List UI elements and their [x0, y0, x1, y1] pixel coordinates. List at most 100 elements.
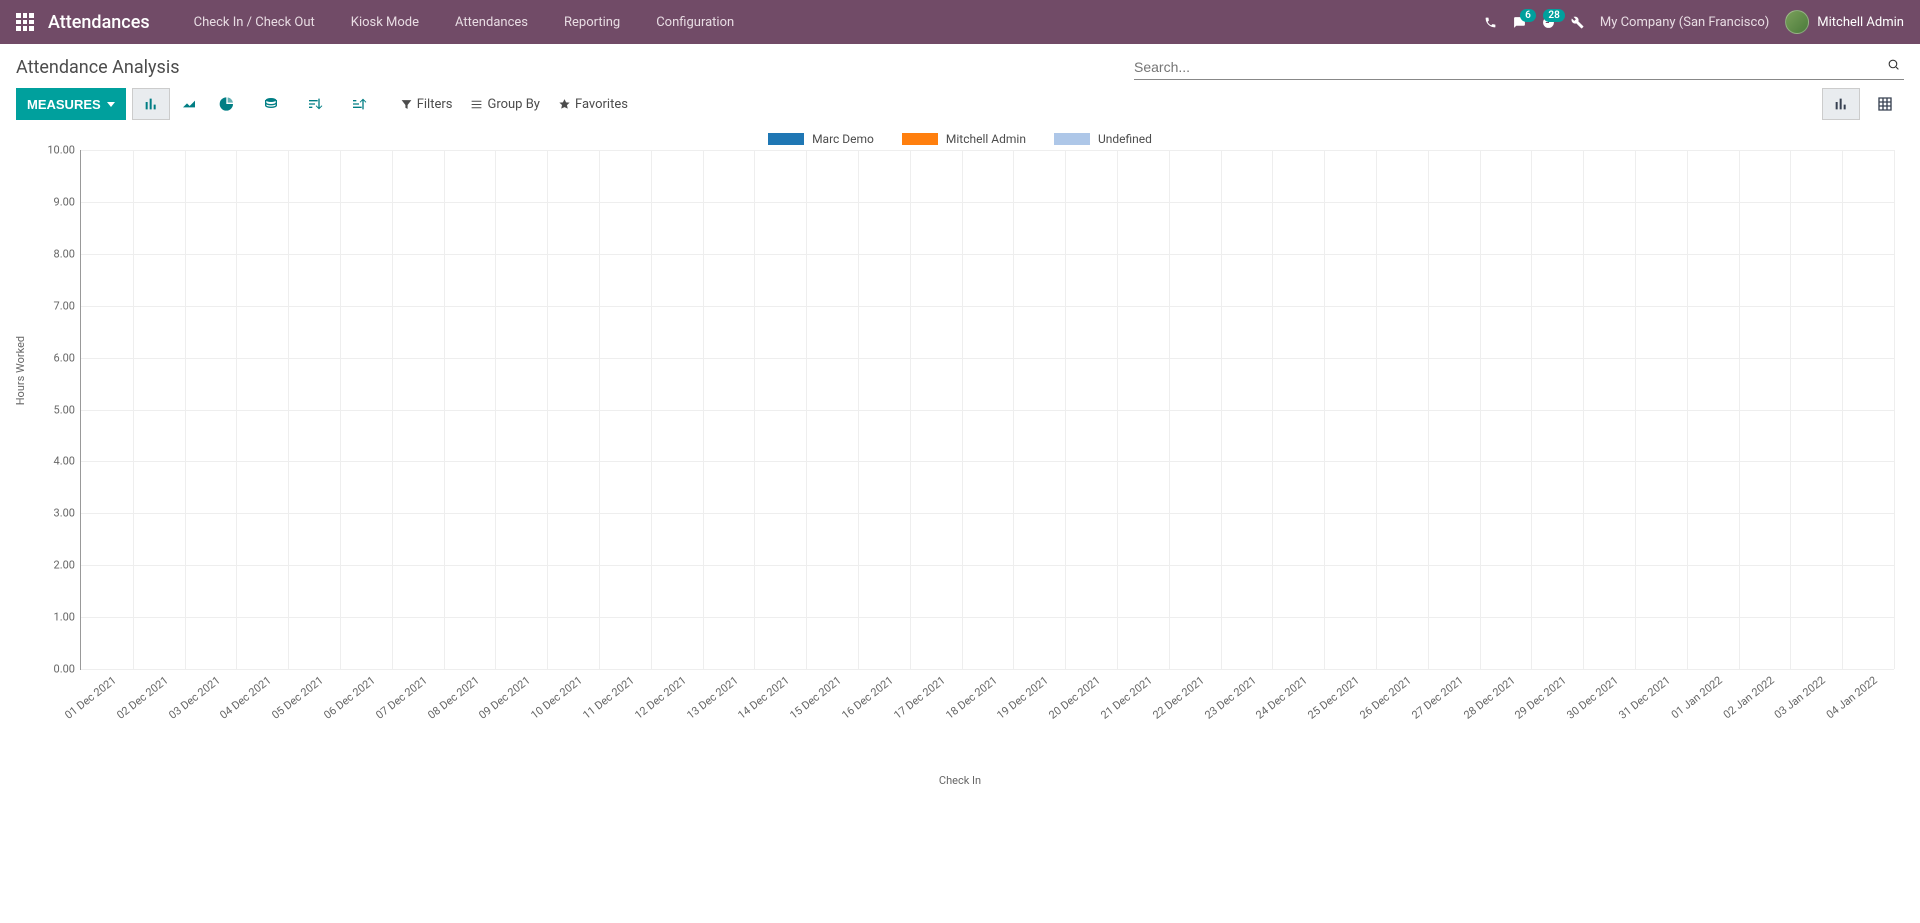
- x-tick: 01 Jan 2022: [1669, 674, 1725, 722]
- discuss-icon[interactable]: 6: [1513, 16, 1526, 29]
- legend-swatch: [1054, 133, 1090, 145]
- y-tick: 1.00: [54, 611, 81, 624]
- x-tick: 02 Jan 2022: [1720, 674, 1776, 722]
- apps-icon[interactable]: [16, 13, 34, 31]
- gridline: [81, 306, 1894, 307]
- vgridline: [1894, 150, 1895, 669]
- sort-desc-button[interactable]: [296, 88, 334, 120]
- nav-links: Check In / Check Out Kiosk Mode Attendan…: [178, 9, 751, 36]
- activity-icon[interactable]: 28: [1542, 16, 1555, 29]
- vgridline: [444, 150, 445, 669]
- vgridline: [1687, 150, 1688, 669]
- legend-item[interactable]: Undefined: [1054, 132, 1152, 146]
- legend-swatch: [768, 133, 804, 145]
- y-tick: 10.00: [47, 144, 81, 157]
- user-menu[interactable]: Mitchell Admin: [1785, 10, 1904, 34]
- nav-link-reporting[interactable]: Reporting: [548, 9, 636, 36]
- x-tick: 30 Dec 2021: [1564, 674, 1620, 722]
- gridline: [81, 202, 1894, 203]
- y-tick: 4.00: [54, 455, 81, 468]
- vgridline: [288, 150, 289, 669]
- company-selector[interactable]: My Company (San Francisco): [1600, 15, 1769, 30]
- x-tick: 22 Dec 2021: [1150, 674, 1206, 722]
- debug-icon[interactable]: [1571, 16, 1584, 29]
- graph-view-button[interactable]: [1822, 88, 1860, 120]
- stacked-button[interactable]: [252, 88, 290, 120]
- x-tick: 08 Dec 2021: [425, 674, 481, 722]
- legend-label: Mitchell Admin: [946, 132, 1026, 146]
- y-tick: 0.00: [54, 663, 81, 676]
- y-tick: 6.00: [54, 351, 81, 364]
- legend-swatch: [902, 133, 938, 145]
- x-tick: 14 Dec 2021: [736, 674, 792, 722]
- group-by-label: Group By: [487, 97, 540, 112]
- gridline: [81, 410, 1894, 411]
- nav-link-attendances[interactable]: Attendances: [439, 9, 544, 36]
- search-input[interactable]: [1134, 59, 1883, 75]
- nav-link-configuration[interactable]: Configuration: [640, 9, 750, 36]
- legend-item[interactable]: Marc Demo: [768, 132, 874, 146]
- y-tick: 7.00: [54, 299, 81, 312]
- search-icon[interactable]: [1883, 58, 1904, 75]
- discuss-badge: 6: [1520, 9, 1536, 22]
- page-title: Attendance Analysis: [16, 57, 180, 78]
- control-panel: Attendance Analysis MEASURES: [0, 44, 1920, 120]
- legend-item[interactable]: Mitchell Admin: [902, 132, 1026, 146]
- search-bar[interactable]: [1134, 54, 1904, 80]
- vgridline: [1531, 150, 1532, 669]
- vgridline: [703, 150, 704, 669]
- y-tick: 2.00: [54, 559, 81, 572]
- vgridline: [962, 150, 963, 669]
- x-tick: 07 Dec 2021: [373, 674, 429, 722]
- x-tick: 18 Dec 2021: [943, 674, 999, 722]
- legend-label: Marc Demo: [812, 132, 874, 146]
- vgridline: [1635, 150, 1636, 669]
- sort-asc-button[interactable]: [340, 88, 378, 120]
- x-tick: 24 Dec 2021: [1254, 674, 1310, 722]
- x-tick: 26 Dec 2021: [1357, 674, 1413, 722]
- measures-button[interactable]: MEASURES: [16, 88, 126, 120]
- vgridline: [340, 150, 341, 669]
- vgridline: [1065, 150, 1066, 669]
- vgridline: [806, 150, 807, 669]
- x-tick: 28 Dec 2021: [1461, 674, 1517, 722]
- group-by-button[interactable]: Group By: [470, 97, 540, 112]
- x-tick: 21 Dec 2021: [1098, 674, 1154, 722]
- phone-icon[interactable]: [1484, 16, 1497, 29]
- x-tick: 11 Dec 2021: [580, 674, 636, 722]
- x-tick: 17 Dec 2021: [891, 674, 947, 722]
- x-tick: 20 Dec 2021: [1046, 674, 1102, 722]
- chart-area: Marc DemoMitchell AdminUndefined Hours W…: [0, 124, 1920, 787]
- gridline: [81, 669, 1894, 670]
- vgridline: [1272, 150, 1273, 669]
- x-tick: 01 Dec 2021: [62, 674, 118, 722]
- vgridline: [133, 150, 134, 669]
- y-tick: 8.00: [54, 247, 81, 260]
- bar-chart-button[interactable]: [132, 88, 170, 120]
- x-tick: 12 Dec 2021: [632, 674, 688, 722]
- vgridline: [651, 150, 652, 669]
- nav-link-kiosk[interactable]: Kiosk Mode: [335, 9, 435, 36]
- x-tick: 09 Dec 2021: [477, 674, 533, 722]
- vgridline: [1324, 150, 1325, 669]
- filters-button[interactable]: Filters: [400, 97, 453, 112]
- favorites-button[interactable]: Favorites: [558, 97, 628, 112]
- app-brand[interactable]: Attendances: [48, 12, 150, 33]
- x-tick: 29 Dec 2021: [1513, 674, 1569, 722]
- x-tick: 06 Dec 2021: [321, 674, 377, 722]
- nav-link-checkin[interactable]: Check In / Check Out: [178, 9, 331, 36]
- line-chart-button[interactable]: [170, 88, 208, 120]
- pie-chart-button[interactable]: [208, 88, 246, 120]
- gridline: [81, 150, 1894, 151]
- x-tick: 31 Dec 2021: [1616, 674, 1672, 722]
- avatar: [1785, 10, 1809, 34]
- filter-icon: [400, 98, 413, 111]
- search-options: Filters Group By Favorites: [384, 97, 1816, 112]
- vgridline: [1428, 150, 1429, 669]
- chevron-down-icon: [107, 102, 115, 107]
- pivot-view-button[interactable]: [1866, 88, 1904, 120]
- gridline: [81, 565, 1894, 566]
- gridline: [81, 617, 1894, 618]
- x-tick: 15 Dec 2021: [787, 674, 843, 722]
- y-tick: 5.00: [54, 403, 81, 416]
